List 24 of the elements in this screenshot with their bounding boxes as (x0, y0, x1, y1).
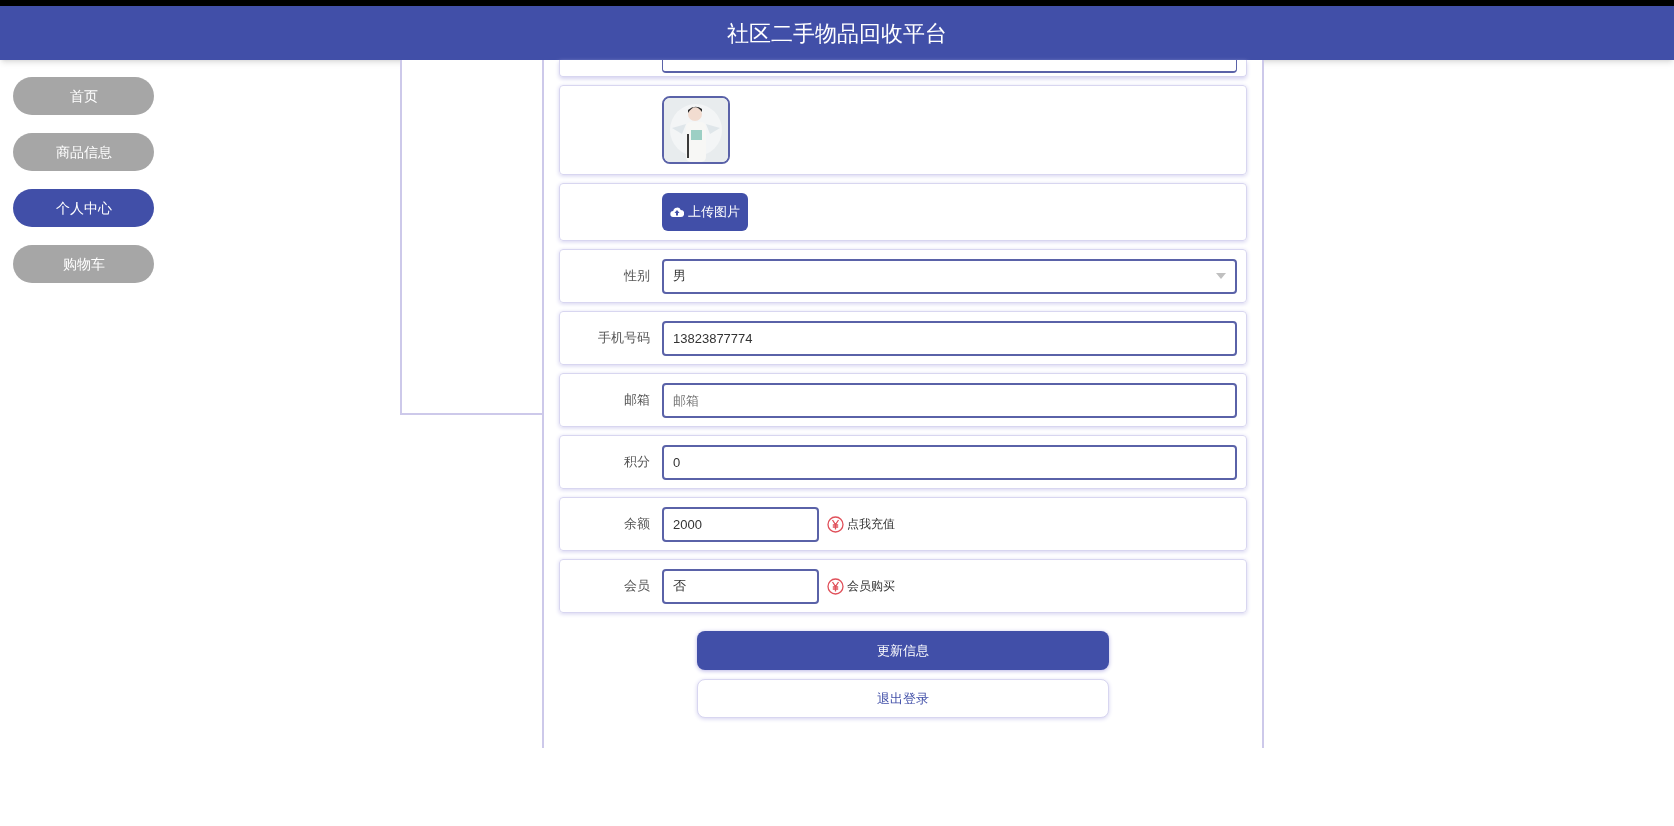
cloud-upload-icon (670, 207, 684, 217)
input-field[interactable]: 2000 (662, 506, 819, 542)
yen-icon (827, 577, 844, 595)
field-label: 邮箱 (623, 391, 650, 410)
upload-button[interactable]: 上传图片 (662, 193, 748, 231)
update-button[interactable]: 更新信息 (697, 631, 1109, 670)
yen-icon (827, 515, 844, 533)
logout-button[interactable]: 退出登录 (697, 679, 1109, 718)
input-field[interactable]: 0 (662, 444, 1237, 480)
field-label: 会员 (623, 577, 650, 596)
input-field[interactable] (662, 60, 1237, 73)
field-label: 手机号码 (597, 329, 650, 348)
site-title: 社区二手物品回收平台 (727, 19, 947, 48)
nav-item[interactable]: 个人中心 (13, 189, 154, 227)
action-link[interactable]: 点我充值 (827, 515, 895, 533)
select-field[interactable]: 男 (662, 258, 1237, 294)
action-link[interactable]: 会员购买 (827, 577, 895, 595)
input-field[interactable]: 否 (662, 568, 819, 604)
field-label: 积分 (623, 453, 650, 472)
field-label: 性别 (623, 267, 650, 286)
input-field[interactable]: 邮箱 (662, 382, 1237, 418)
field-label: 余额 (623, 515, 650, 534)
input-field[interactable]: 13823877774 (662, 320, 1237, 356)
caret-icon (1216, 273, 1226, 279)
